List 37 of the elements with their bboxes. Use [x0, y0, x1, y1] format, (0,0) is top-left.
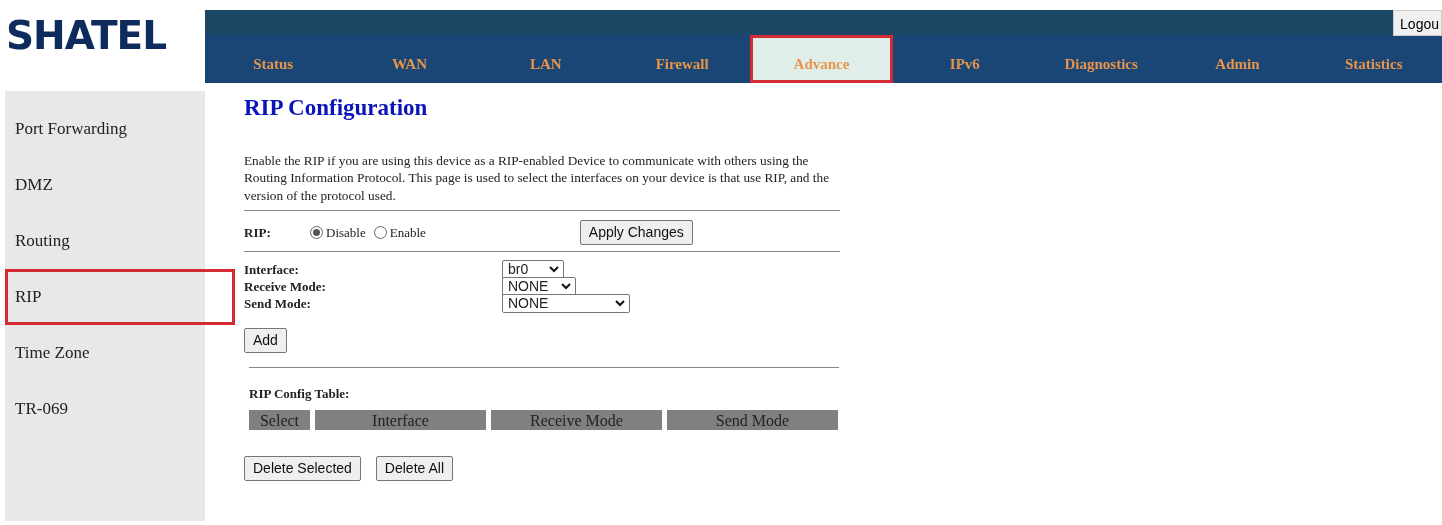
sidebar-item[interactable]: DMZ — [5, 157, 205, 213]
delete-button[interactable]: Delete All — [375, 455, 453, 481]
nav-tab[interactable]: Diagnostics — [1032, 35, 1170, 83]
chevron-down-icon — [615, 300, 625, 308]
nav-tab[interactable]: IPv6 — [896, 35, 1033, 83]
column-header: Interface — [315, 409, 486, 430]
column-header: Receive Mode — [491, 409, 662, 430]
column-header: Select — [249, 409, 310, 430]
select-field[interactable]: NONE — [502, 277, 576, 297]
logout-button[interactable]: Logou — [1393, 10, 1442, 36]
radio-option[interactable]: Enable — [373, 223, 426, 243]
nav-tab[interactable]: Admin — [1169, 35, 1306, 83]
radio-option[interactable]: Disable — [310, 223, 366, 243]
delete-button[interactable]: Delete Selected — [244, 455, 361, 481]
select-field[interactable]: NONE — [502, 294, 630, 314]
page-title: RIP Configuration — [244, 94, 429, 122]
field-label: Send Mode: — [244, 295, 312, 314]
sidebar-item[interactable]: TR-069 — [5, 381, 205, 437]
logo: SHATEL — [5, 12, 167, 60]
apply-changes-button[interactable]: Apply Changes — [579, 220, 693, 246]
nav-tab[interactable]: Firewall — [614, 35, 751, 83]
description-text: Enable the RIP if you are using this device as a RIP-enabled Device to communicate with others using the Routing Information Protocol. This page is used to select the interfaces on your device is that use RIP, and the version of the protocol used. — [244, 151, 831, 206]
nav-tab[interactable]: WAN — [341, 35, 478, 83]
field-label: Interface: — [244, 261, 300, 280]
rip-label: RIP: — [244, 224, 272, 243]
nav-tab[interactable]: LAN — [477, 35, 614, 83]
field-label: Receive Mode: — [244, 278, 327, 297]
nav-tab[interactable]: Statistics — [1305, 35, 1442, 83]
sidebar-item[interactable]: RIP — [5, 269, 235, 325]
table-title: RIP Config Table: — [249, 385, 351, 404]
sidebar-item[interactable]: Time Zone — [5, 325, 205, 381]
sidebar-item[interactable]: Routing — [5, 213, 205, 269]
nav-tab[interactable]: Status — [205, 35, 342, 83]
sidebar-item[interactable]: Port Forwarding — [5, 101, 205, 157]
column-header: Send Mode — [667, 409, 838, 430]
add-button[interactable]: Add — [244, 328, 287, 354]
select-field[interactable]: br0 — [502, 260, 564, 280]
